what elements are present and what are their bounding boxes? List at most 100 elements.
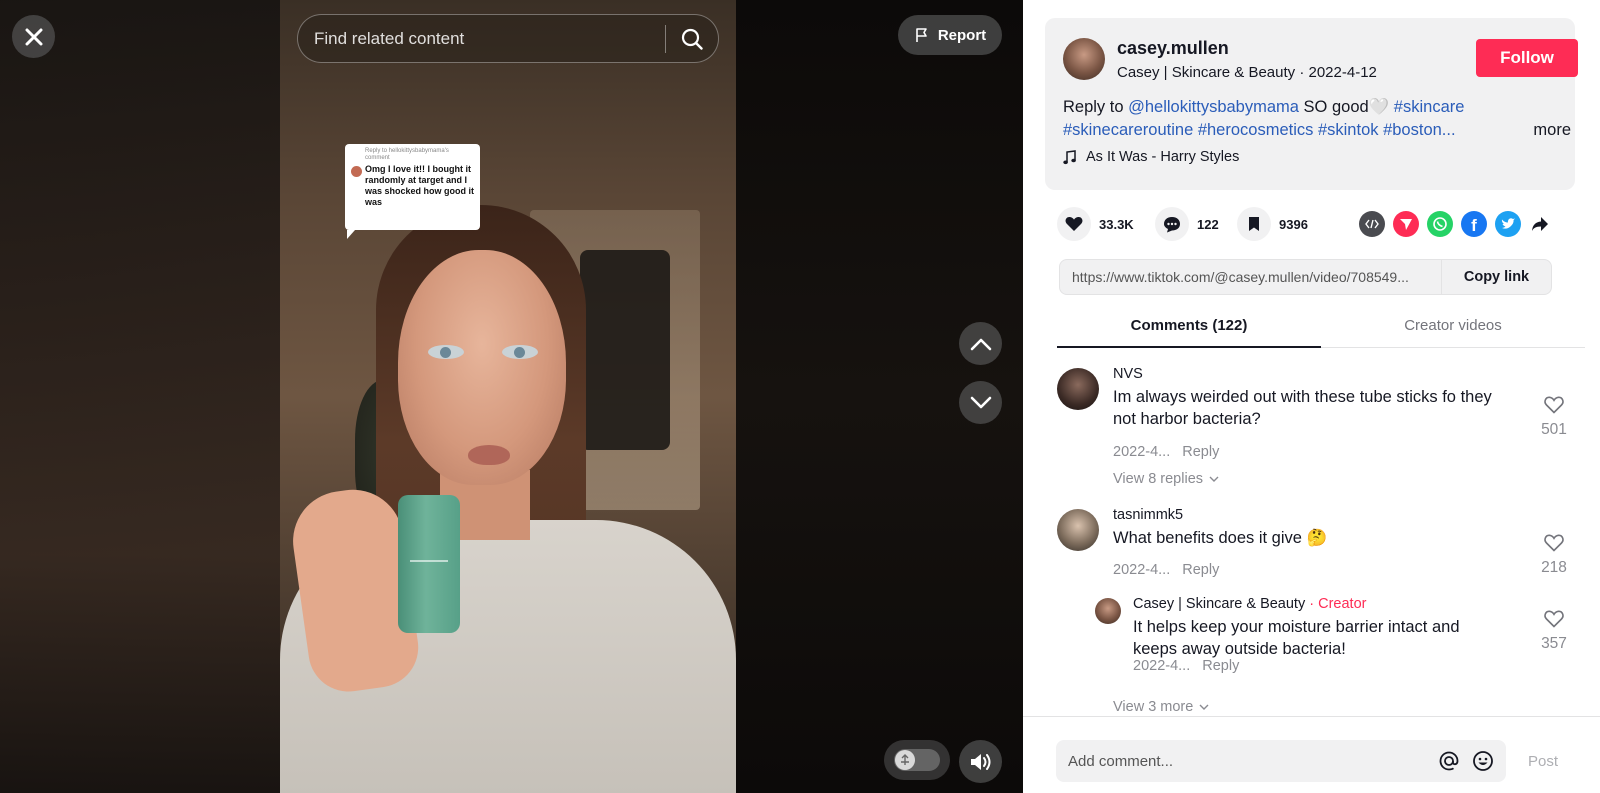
chevron-up-icon	[970, 338, 991, 350]
comment-date: 2022-4...	[1113, 562, 1171, 578]
video-link-url[interactable]: https://www.tiktok.com/@casey.mullen/vid…	[1060, 269, 1441, 285]
comment-text: It helps keep your moisture barrier inta…	[1133, 618, 1460, 658]
comment-input-wrap	[1056, 740, 1506, 782]
hashtag-link[interactable]: #skincare	[1394, 98, 1465, 116]
emoji-icon	[1473, 751, 1493, 771]
author-display-name: Casey | Skincare & Beauty	[1117, 64, 1296, 81]
side-panel: casey.mullen Casey | Skincare & Beauty ·…	[1023, 0, 1600, 793]
heart-outline-icon	[1544, 396, 1564, 414]
whatsapp-icon[interactable]	[1427, 211, 1453, 237]
reply-bubble-header: Reply to hellokittysbabymama's comment	[365, 148, 449, 161]
embed-icon[interactable]	[1359, 211, 1385, 237]
comment-meta: 2022-4... Reply	[1113, 444, 1219, 460]
report-button[interactable]: Report	[898, 15, 1002, 55]
save-button[interactable]	[1237, 207, 1271, 241]
copy-link-button[interactable]: Copy link	[1441, 260, 1551, 294]
comment-meta: 2022-4... Reply	[1113, 562, 1219, 578]
like-count: 33.3K	[1099, 216, 1134, 232]
comment-date: 2022-4...	[1133, 658, 1191, 674]
comment-like-button[interactable]: 357	[1537, 610, 1571, 653]
autoscroll-icon	[895, 750, 915, 770]
chevron-down-icon	[1199, 704, 1209, 710]
next-video-button[interactable]	[959, 381, 1002, 424]
commenter-username[interactable]: tasnimmk5	[1113, 507, 1183, 523]
reply-button[interactable]: Reply	[1182, 562, 1219, 578]
view-more-replies-button[interactable]: View 3 more	[1113, 699, 1209, 715]
creator-badge: · Creator	[1309, 596, 1367, 612]
caption-mention-link[interactable]: @hellokittysbabymama	[1128, 98, 1299, 116]
comment-like-count: 501	[1541, 421, 1567, 438]
commenter-username[interactable]: NVS	[1113, 366, 1143, 382]
reply-button[interactable]: Reply	[1182, 444, 1219, 460]
video-link-box: https://www.tiktok.com/@casey.mullen/vid…	[1059, 259, 1552, 295]
comment-button[interactable]	[1155, 207, 1189, 241]
video-info-card: casey.mullen Casey | Skincare & Beauty ·…	[1045, 18, 1578, 190]
comment-text: Im always weirded out with these tube st…	[1113, 388, 1492, 428]
comment-list: NVS Im always weirded out with these tub…	[1057, 360, 1585, 715]
author-username[interactable]: casey.mullen	[1117, 38, 1229, 59]
search-button[interactable]	[666, 15, 718, 62]
like-button[interactable]	[1057, 207, 1091, 241]
comment-like-count: 357	[1541, 635, 1567, 652]
share-arrow-icon[interactable]	[1527, 211, 1553, 237]
comment-date: 2022-4...	[1113, 444, 1171, 460]
actions-row: 33.3K 122 9396 f	[1057, 206, 1577, 242]
reply-bubble-text: Omg I love it!! I bought it randomly at …	[365, 164, 475, 207]
comment-action: 122	[1155, 206, 1219, 242]
save-action: 9396	[1237, 206, 1308, 242]
mention-button[interactable]	[1432, 744, 1466, 778]
close-button[interactable]	[12, 15, 55, 58]
search-box	[297, 14, 719, 63]
music-note-icon	[1063, 149, 1076, 164]
autoscroll-toggle[interactable]	[884, 740, 950, 780]
panel-tabs: Comments (122) Creator videos	[1057, 304, 1585, 348]
product-tube	[398, 495, 460, 633]
report-label: Report	[937, 26, 987, 44]
comment-input[interactable]	[1056, 740, 1432, 782]
heart-icon	[1065, 216, 1083, 231]
video-caption: Reply to @hellokittysbabymama SO good🤍 #…	[1063, 96, 1571, 142]
heart-outline-icon	[1544, 534, 1564, 552]
tab-comments[interactable]: Comments (122)	[1057, 304, 1321, 348]
volume-button[interactable]	[959, 740, 1002, 783]
previous-video-button[interactable]	[959, 322, 1002, 365]
comment-like-button[interactable]: 218	[1537, 534, 1571, 577]
music-link[interactable]: As It Was - Harry Styles	[1063, 149, 1239, 165]
commenter-avatar[interactable]	[1057, 509, 1099, 551]
comment-item: tasnimmk5 What benefits does it give 🤔 2…	[1057, 507, 1585, 587]
send-to-friends-icon[interactable]	[1393, 211, 1419, 237]
video-player-area: Reply to hellokittysbabymama's comment O…	[0, 0, 1023, 793]
search-input[interactable]	[298, 15, 665, 62]
heart-outline-icon	[1544, 610, 1564, 628]
creator-reply-username[interactable]: Casey | Skincare & Beauty · Creator	[1133, 596, 1366, 612]
commenter-avatar[interactable]	[1057, 368, 1099, 410]
comment-text: What benefits does it give 🤔	[1113, 529, 1328, 547]
view-replies-button[interactable]: View 8 replies	[1113, 471, 1219, 487]
comment-count: 122	[1197, 216, 1219, 232]
like-action: 33.3K	[1057, 206, 1134, 242]
twitter-icon[interactable]	[1495, 211, 1521, 237]
emoji-button[interactable]	[1466, 744, 1500, 778]
search-icon	[681, 28, 703, 50]
post-button[interactable]: Post	[1528, 753, 1558, 770]
tab-creator-videos[interactable]: Creator videos	[1321, 304, 1585, 347]
volume-icon	[970, 753, 990, 770]
creator-reply-avatar[interactable]	[1095, 598, 1121, 624]
follow-button[interactable]: Follow	[1476, 39, 1578, 77]
music-title: As It Was - Harry Styles	[1086, 149, 1240, 165]
comment-like-button[interactable]: 501	[1537, 396, 1571, 439]
comment-item: NVS Im always weirded out with these tub…	[1057, 366, 1585, 487]
caption-more-button[interactable]: more	[1533, 119, 1571, 142]
facebook-icon[interactable]: f	[1461, 211, 1487, 237]
comment-meta: 2022-4... Reply	[1133, 658, 1239, 674]
comment-bar: Post	[1023, 716, 1600, 793]
video-reply-bubble: Reply to hellokittysbabymama's comment O…	[345, 144, 480, 239]
hashtag-links[interactable]: #skinecareroutine #herocosmetics #skinto…	[1063, 121, 1456, 139]
save-count: 9396	[1279, 216, 1308, 232]
comment-like-count: 218	[1541, 559, 1567, 576]
reply-button[interactable]: Reply	[1202, 658, 1239, 674]
at-sign-icon	[1439, 751, 1459, 771]
video-frame[interactable]	[280, 0, 736, 793]
author-avatar[interactable]	[1063, 38, 1105, 80]
flag-icon	[916, 28, 927, 42]
